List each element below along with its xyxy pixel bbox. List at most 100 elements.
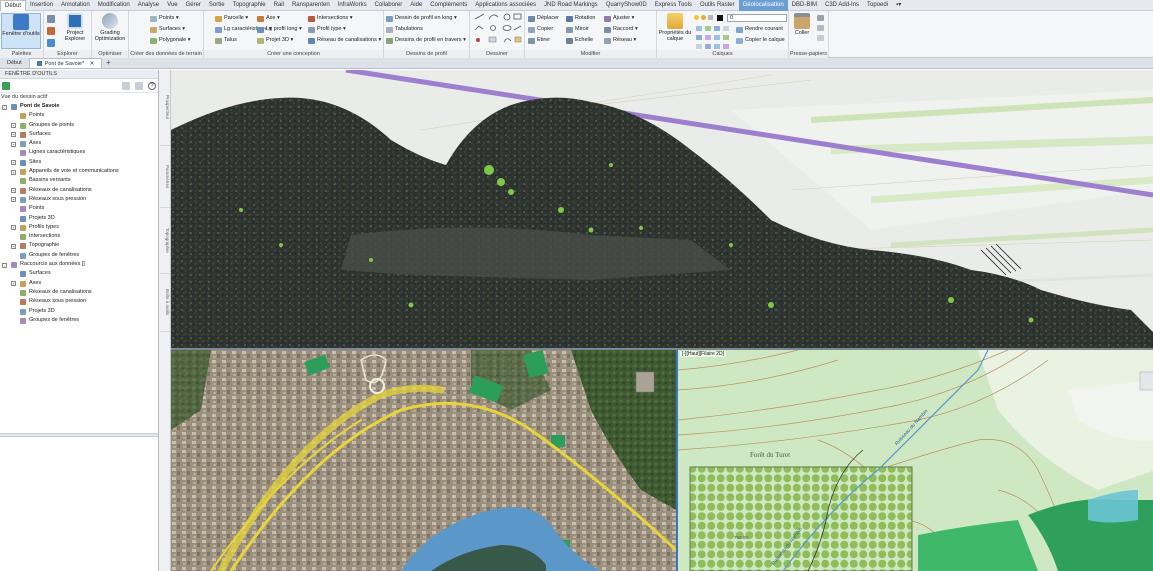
- coller-button[interactable]: Coller: [790, 13, 814, 49]
- tree-item[interactable]: Groupes de fenêtres: [0, 251, 158, 260]
- viewport-aerial[interactable]: [171, 350, 676, 571]
- ribbon-tab-quarryshow0d[interactable]: QuarryShow0D: [602, 0, 651, 11]
- tabulations-button[interactable]: Tabulations: [385, 25, 423, 34]
- file-tab-debut[interactable]: Début: [0, 58, 29, 68]
- expand-icon[interactable]: +: [11, 141, 16, 147]
- tree-item[interactable]: - Pont de Savoie: [0, 102, 158, 111]
- active-view-selector[interactable]: Vue du dessin actif: [0, 93, 158, 102]
- expand-icon[interactable]: +: [11, 281, 16, 287]
- viewport-topo-2d[interactable]: [-][Haut][Filaire 2D] Forêt du Turet 750…: [676, 350, 1153, 571]
- expand-icon[interactable]: +: [11, 197, 16, 203]
- ribbon-tab-c3d-add-ins[interactable]: C3D Add-Ins: [821, 0, 863, 11]
- profil-long-menu[interactable]: Dessin de profil en long ▾: [385, 14, 457, 23]
- ribbon-tab-sortie[interactable]: Sortie: [205, 0, 229, 11]
- expand-icon[interactable]: +: [11, 160, 16, 166]
- projet3d-menu[interactable]: Projet 3D ▾: [256, 36, 293, 45]
- tree-item[interactable]: + Sites: [0, 158, 158, 167]
- ribbon-tab-modification[interactable]: Modification: [94, 0, 134, 11]
- ribbon-tab-infraworks[interactable]: InfraWorks: [334, 0, 371, 11]
- ribbon-tab-annotation[interactable]: Annotation: [57, 0, 94, 11]
- help-icon[interactable]: ?: [148, 82, 156, 90]
- collapse-icon[interactable]: -: [2, 104, 7, 110]
- project-explorer-button[interactable]: Project Explorer: [59, 13, 91, 49]
- collapse-icon[interactable]: -: [2, 262, 7, 268]
- ribbon-tab-topographie[interactable]: Topographie: [229, 0, 270, 11]
- points-menu[interactable]: Points ▾: [149, 14, 179, 23]
- rotation-button[interactable]: Rotation: [565, 14, 596, 23]
- ribbon-tab-insertion[interactable]: Insertion: [26, 0, 57, 11]
- ribbon-tab-ransparenten[interactable]: Ransparenten: [288, 0, 334, 11]
- tree-item[interactable]: Réseaux de canalisations: [0, 288, 158, 297]
- copier-calque-button[interactable]: Copier le calque: [735, 36, 785, 45]
- current-layer-combo[interactable]: 0: [727, 14, 787, 22]
- copier-button[interactable]: Copier: [527, 25, 553, 34]
- ribbon-tab-vue[interactable]: Vue: [163, 0, 181, 11]
- tree-item[interactable]: Points: [0, 204, 158, 213]
- close-icon[interactable]: ✕: [90, 61, 95, 67]
- tree-item[interactable]: Réseaux sous pression: [0, 297, 158, 306]
- ribbon-tab-g-rer[interactable]: Gérer: [182, 0, 205, 11]
- tree-item[interactable]: + Groupes de points: [0, 121, 158, 130]
- small-tool-icon[interactable]: [47, 15, 55, 23]
- refresh-icon[interactable]: [122, 82, 130, 90]
- expand-icon[interactable]: +: [11, 188, 16, 194]
- expand-icon[interactable]: +: [11, 123, 16, 129]
- match-props-icon[interactable]: [817, 35, 824, 41]
- ribbon-tab-aide[interactable]: Aide: [406, 0, 426, 11]
- small-tool-icon[interactable]: [47, 39, 55, 47]
- filter-icon[interactable]: [135, 82, 143, 90]
- expand-icon[interactable]: +: [11, 243, 16, 249]
- ribbon-tab-express-tools[interactable]: Express Tools: [651, 0, 696, 11]
- tree-item[interactable]: Bassins versants: [0, 176, 158, 185]
- rendre-courant-button[interactable]: Rendre courant: [735, 25, 783, 34]
- tree-item[interactable]: Projets 3D: [0, 214, 158, 223]
- ribbon-tab-collaborer[interactable]: Collaborer: [371, 0, 407, 11]
- cut-icon[interactable]: [817, 15, 824, 21]
- ribbon-tab-dbd-bim[interactable]: DBD-BIM: [788, 0, 821, 11]
- small-tool-icon[interactable]: [47, 27, 55, 35]
- ajuster-menu[interactable]: Ajuster ▾: [603, 14, 634, 23]
- tree-item[interactable]: Intersections: [0, 232, 158, 241]
- ribbon-expand-icon[interactable]: ▪▾: [892, 0, 905, 11]
- expand-icon[interactable]: +: [11, 132, 16, 138]
- tree-item[interactable]: + Topographie: [0, 241, 158, 250]
- talus-button[interactable]: Talus: [214, 36, 237, 45]
- draw-tools-icon-grid[interactable]: [470, 11, 525, 49]
- lig-profil-menu[interactable]: Lg profil long ▾: [256, 25, 302, 34]
- ribbon-tab-topoedi[interactable]: Topoedi: [863, 0, 892, 11]
- grading-optimization-button[interactable]: Grading Optimization: [94, 13, 126, 49]
- ribbon-tab-compl-ments[interactable]: Compléments: [426, 0, 471, 11]
- side-tab-prospecteur[interactable]: Prospecteur: [160, 70, 170, 146]
- expand-icon[interactable]: +: [11, 169, 16, 175]
- deplacer-button[interactable]: Déplacer: [527, 14, 559, 23]
- surfaces-menu[interactable]: Surfaces ▾: [149, 25, 185, 34]
- tree-item[interactable]: + Appareils de voie et communications: [0, 167, 158, 176]
- parcelle-menu[interactable]: Parcelle ▾: [214, 14, 248, 23]
- reseau-menu[interactable]: Réseau ▾: [603, 36, 636, 45]
- ribbon-tab-analyse[interactable]: Analyse: [134, 0, 163, 11]
- tree-item[interactable]: + Réseaux sous pression: [0, 195, 158, 204]
- raccord-menu[interactable]: Raccord ▾: [603, 25, 638, 34]
- etirer-button[interactable]: Etirer: [527, 36, 550, 45]
- side-tab-parametres[interactable]: Paramètres: [160, 146, 170, 208]
- topo-viewport-label[interactable]: [-][Haut][Filaire 2D]: [680, 351, 726, 357]
- tree-item[interactable]: Points: [0, 111, 158, 120]
- tree-item[interactable]: + Axes: [0, 279, 158, 288]
- new-tab-plus-icon[interactable]: +: [102, 58, 114, 68]
- tree-item[interactable]: Surfaces: [0, 269, 158, 278]
- tree-item[interactable]: + Profils types: [0, 223, 158, 232]
- intersections-menu[interactable]: Intersections ▾: [307, 14, 352, 23]
- tree-item[interactable]: + Axes: [0, 139, 158, 148]
- polygonale-menu[interactable]: Polygonale ▾: [149, 36, 191, 45]
- file-tab-pont-de-savoie[interactable]: Pont de Savoie* ✕: [28, 58, 103, 68]
- tree-item[interactable]: Projets 3D: [0, 307, 158, 316]
- ribbon-tab-g-olocalisation[interactable]: Géolocalisation: [738, 0, 788, 11]
- expand-icon[interactable]: +: [11, 225, 16, 231]
- active-view-icon[interactable]: [2, 82, 10, 90]
- tree-item[interactable]: + Réseaux de canalisations: [0, 186, 158, 195]
- fenetre-outils-button[interactable]: Fenêtre d'outils: [1, 13, 41, 49]
- copy-clip-icon[interactable]: [817, 25, 824, 31]
- ribbon-tab-jnd-road-markings[interactable]: JND Road Markings: [540, 0, 602, 11]
- tree-item[interactable]: Groupes de fenêtres: [0, 316, 158, 325]
- side-tab-boite-outils[interactable]: Boîte à outils: [160, 274, 170, 332]
